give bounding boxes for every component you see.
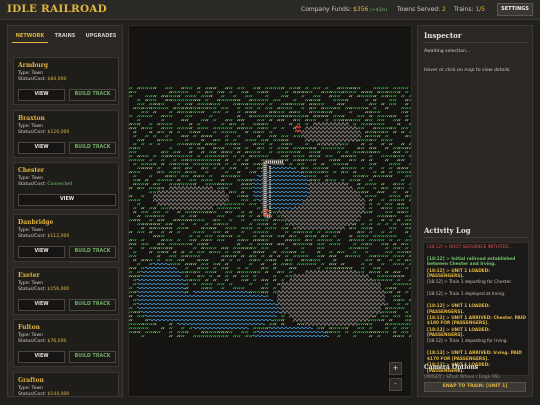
- town-card: Braxton Type: Town Status/Cost: $126,000 VI…: [13, 110, 119, 158]
- view-town-button[interactable]: VIEW: [18, 299, 65, 311]
- town-name: Armburg: [18, 62, 49, 69]
- town-name: Danbridge: [18, 219, 54, 226]
- town-card: Chester Type: Town Status/Cost: Connected V…: [13, 162, 119, 210]
- build-track-button[interactable]: BUILD TRACK: [69, 142, 116, 154]
- inspector-status: Awaiting selection...: [424, 49, 471, 54]
- town-card: Danbridge Type: Town Status/Cost: $112,000…: [13, 214, 119, 262]
- log-entry: [18:13] > UNIT 1 ARRIVED: Irving. PAID $…: [427, 351, 522, 362]
- towns-served: Towns Served: 2: [397, 6, 446, 13]
- log-entry: [18:12] > UNIT 1 LOADED: [PASSENGERS].: [427, 327, 491, 339]
- town-status: Status/Cost: $126,000: [18, 130, 69, 135]
- terrain-layer: [129, 87, 411, 338]
- town-type: Type: Town: [18, 71, 44, 76]
- camera-title: Camera Options: [424, 364, 479, 371]
- status-label: Status/Cost:: [18, 182, 46, 187]
- funds-rate: (+$1/s): [370, 8, 388, 13]
- tile-map[interactable]: [129, 26, 412, 397]
- town-card: GraftonType: TownStatus/Cost: $144,000VI…: [13, 372, 119, 397]
- top-bar: IDLE RAILROAD Company Funds: $356 (+$1/s…: [0, 0, 540, 20]
- log-entry: [18:12] > BOOT SEQUENCE INITIATED....: [427, 245, 515, 250]
- game-title: IDLE RAILROAD: [7, 3, 107, 15]
- map-viewport[interactable]: [128, 25, 412, 397]
- status-value: Connected: [47, 182, 73, 187]
- log-entry: [18:12] > UNIT 1 LOADED: [PASSENGERS].: [427, 268, 491, 280]
- status-label: Status/Cost:: [18, 234, 46, 239]
- view-town-button[interactable]: VIEW: [18, 194, 116, 206]
- town-name: Fulton: [18, 324, 40, 331]
- view-town-button[interactable]: VIEW: [18, 142, 65, 154]
- inspector-title: Inspector: [424, 31, 462, 40]
- zoom-out-button[interactable]: -: [389, 378, 402, 391]
- towns-value: 2: [442, 6, 446, 13]
- build-track-button[interactable]: BUILD TRACK: [69, 246, 116, 258]
- town-type: Type: Town: [18, 333, 44, 338]
- settings-button[interactable]: SETTINGS: [497, 3, 533, 16]
- activity-log-title: Activity Log: [424, 226, 471, 235]
- status-label: Status/Cost:: [18, 287, 46, 292]
- town-name: Braxton: [18, 115, 45, 122]
- network-panel: NETWORK TRAINS UPGRADES Armburg Type: Tow…: [7, 25, 123, 397]
- build-track-button[interactable]: BUILD TRACK: [69, 299, 116, 311]
- log-entry: [18:12] > Initial railroad established b…: [427, 256, 516, 268]
- town-type: Type: Town: [18, 176, 44, 181]
- status-value: $112,000: [47, 234, 70, 239]
- status-value: $156,000: [47, 287, 70, 292]
- status-label: Status/Cost:: [18, 339, 46, 344]
- town-status: Status/Cost: $156,000: [18, 287, 69, 292]
- town-type: Type: Town: [18, 281, 44, 286]
- town-name: Grafton: [18, 377, 44, 384]
- activity-divider: [423, 237, 529, 238]
- trains-label: Trains:: [454, 6, 474, 13]
- town-type: Type: Town: [18, 124, 44, 129]
- towns-label: Towns Served:: [397, 6, 441, 13]
- log-entry: [18:12] > UNIT 1 LOADED: [PASSENGERS].: [427, 304, 491, 315]
- status-value: $126,000: [47, 130, 70, 135]
- town-status: Status/Cost: $84,000: [18, 77, 66, 82]
- town-card: Exeter Type: Town Status/Cost: $156,000 VIE…: [13, 267, 119, 315]
- snap-to-train-button[interactable]: SNAP TO TRAIN: [UNIT 1]: [424, 382, 526, 392]
- log-entry: [18:12] > UNIT 1 ARRIVED: Chester. PAID …: [427, 315, 526, 327]
- side-panel: Inspector Awaiting selection... Hover or…: [417, 25, 533, 397]
- trains-count: Trains: 1/5: [454, 6, 485, 13]
- town-status: Status/Cost: $112,000: [18, 234, 69, 239]
- tab-trains[interactable]: TRAINS: [50, 31, 80, 43]
- log-entry: [18:12] > Train 1 deployed at Irving.: [427, 292, 506, 298]
- town-card: Fulton Type: Town Status/Cost: $76,000 VIEW…: [13, 319, 119, 367]
- town-card: Armburg Type: Town Status/Cost: $84,000 VIE…: [13, 57, 119, 105]
- inspector-divider: [423, 42, 529, 43]
- status-label: Status/Cost:: [18, 392, 46, 397]
- zoom-in-button[interactable]: +: [389, 362, 402, 375]
- town-type: Type: Town: [18, 228, 44, 233]
- view-town-button[interactable]: VIEW: [18, 351, 65, 363]
- company-funds: Company Funds: $356 (+$1/s): [301, 6, 387, 13]
- funds-value: $356: [353, 6, 369, 13]
- status-value: $144,000: [47, 392, 70, 397]
- view-town-button[interactable]: VIEW: [18, 246, 65, 258]
- view-town-button[interactable]: VIEW: [18, 89, 65, 101]
- panel-tabs: NETWORK TRAINS UPGRADES: [12, 31, 120, 43]
- inspector-hint: Hover or click on map to view details.: [424, 68, 511, 73]
- status-value: $84,000: [47, 77, 67, 82]
- log-entry: [18:12] > Train 1 departing for Irving.: [427, 339, 508, 345]
- town-status: Status/Cost: Connected: [18, 182, 72, 187]
- town-type: Type: Town: [18, 386, 44, 391]
- tab-upgrades[interactable]: UPGRADES: [82, 31, 120, 43]
- funds-label: Company Funds:: [301, 6, 352, 13]
- trains-value: 1/5: [475, 6, 486, 13]
- camera-hint: [WASD] / Scroll Wheel / Edge Pan: [424, 375, 501, 380]
- town-status: Status/Cost: $144,000: [18, 392, 70, 397]
- town-name: Chester: [18, 167, 45, 174]
- build-track-button[interactable]: BUILD TRACK: [69, 89, 116, 101]
- town-marker: [294, 125, 302, 133]
- town-status: Status/Cost: $76,000: [18, 339, 66, 344]
- status-label: Status/Cost:: [18, 77, 46, 82]
- status-value: $76,000: [47, 339, 67, 344]
- tab-network[interactable]: NETWORK: [12, 31, 48, 43]
- activity-log[interactable]: [18:12] > BOOT SEQUENCE INITIATED.... [18…: [423, 242, 529, 376]
- log-entry: [18:12] > Train 1 departing for Chester.: [427, 280, 512, 286]
- build-track-button[interactable]: BUILD TRACK: [69, 351, 116, 363]
- status-label: Status/Cost:: [18, 130, 46, 135]
- town-name: Exeter: [18, 272, 40, 279]
